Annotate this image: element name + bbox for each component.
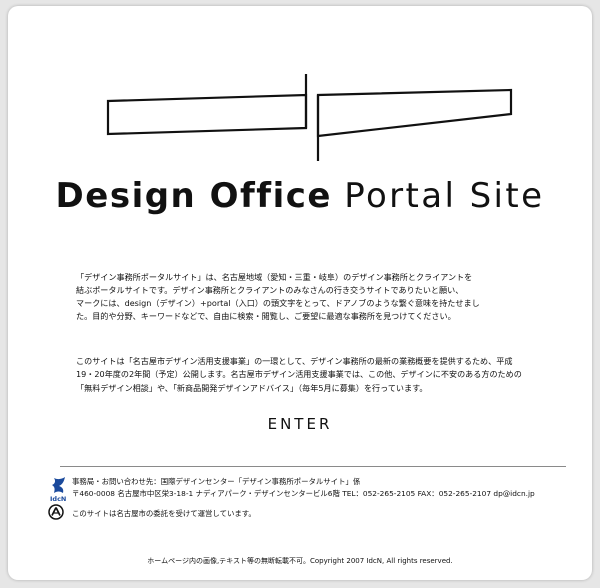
intro-line: 結ぶポータルサイトです。デザイン事務所とクライアントのみなさんの行き交うサイトで… [76,285,464,296]
intro-line: 19・20年度の2年間（予定）公開します。名古屋市デザイン活用支援事業では、この… [76,369,522,380]
intro-line: 「デザイン事務所ポータルサイト」は、名古屋地域（愛知・三重・岐阜）のデザイン事務… [76,272,473,282]
intro-paragraph-1: 「デザイン事務所ポータルサイト」は、名古屋地域（愛知・三重・岐阜）のデザイン事務… [76,271,536,323]
intro-line: た。目的や分野、キーワードなどで、自由に検索・閲覧し、ご要望に最適な事務所を見つ… [76,311,456,322]
site-title-bold: Design Office [55,176,332,216]
idcn-logo-text: IdcN [50,495,67,503]
contact-line: 〒460-0008 名古屋市中区栄3-18-1 ナディアパーク・デザインセンター… [72,489,535,498]
intro-line: マークには、design（デザイン）+portal（入口）の頭文字をとって、ドア… [76,298,480,309]
site-title-light: Portal Site [344,176,545,216]
intro-text: 「デザイン事務所ポータルサイト」は、名古屋地域（愛知・三重・岐阜）のデザイン事務… [76,271,536,395]
site-title: Design Office Portal Site [8,176,592,216]
nagoya-city-emblem-icon [48,504,64,520]
contact-line: 事務局・お問い合わせ先：国際デザインセンター「デザイン事務所ポータルサイト」係 [72,477,361,486]
footer-divider [60,466,566,467]
intro-line: このサイトは「名古屋市デザイン活用支援事業」の一環として、デザイン事務所の最新の… [76,356,513,367]
page-container: Design Office Portal Site 「デザイン事務所ポータルサイ… [8,6,592,580]
intro-line: 「無料デザイン相談」や、「新商品開発デザインアドバイス」（毎年5月に募集）を行っ… [76,382,428,393]
enter-link[interactable]: ENTER [8,415,592,433]
copyright-text: ホームページ内の画像,テキスト等の無断転載不可。Copyright 2007 I… [147,557,453,565]
contact-info: 事務局・お問い合わせ先：国際デザインセンター「デザイン事務所ポータルサイト」係 … [72,476,535,500]
commission-note: このサイトは名古屋市の委託を受けて運営しています。 [72,509,256,518]
intro-paragraph-2: このサイトは「名古屋市デザイン活用支援事業」の一環として、デザイン事務所の最新の… [76,355,536,394]
dp-logo-icon [106,74,513,161]
